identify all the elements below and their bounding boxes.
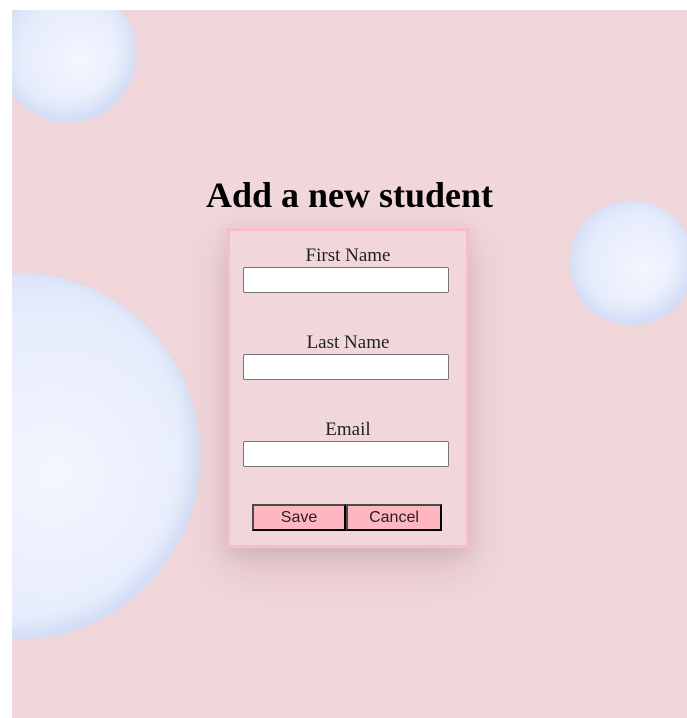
- page-title: Add a new student: [205, 175, 494, 215]
- add-student-form: First Name Last Name Email Save Cancel: [227, 228, 469, 548]
- last-name-input[interactable]: [243, 354, 449, 380]
- last-name-label: Last Name: [306, 332, 390, 353]
- decorative-bubble-large-left: [12, 273, 200, 639]
- cancel-button[interactable]: Cancel: [346, 504, 442, 531]
- page-background: Add a new student First Name Last Name E…: [12, 10, 687, 718]
- email-label: Email: [325, 419, 371, 440]
- decorative-bubble-right: [570, 201, 687, 325]
- save-button[interactable]: Save: [252, 504, 346, 531]
- first-name-label: First Name: [305, 245, 391, 266]
- email-input[interactable]: [243, 441, 449, 467]
- first-name-input[interactable]: [243, 267, 449, 293]
- decorative-bubble-top-left: [12, 10, 136, 122]
